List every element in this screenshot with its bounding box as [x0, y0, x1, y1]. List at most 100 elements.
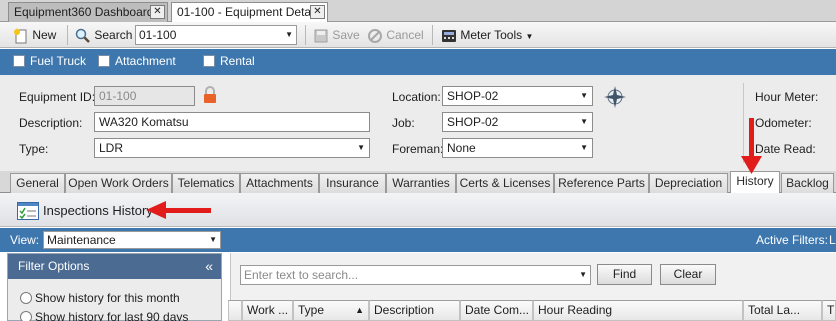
column-header-description[interactable]: Description	[369, 300, 460, 321]
location-select[interactable]: SHOP-02 ▼	[442, 86, 593, 106]
column-header-hour-reading[interactable]: Hour Reading	[533, 300, 743, 321]
cancel-icon	[368, 28, 382, 43]
tab-depreciation[interactable]: Depreciation	[649, 173, 728, 193]
description-field[interactable]: WA320 Komatsu	[94, 112, 370, 132]
collapse-icon[interactable]: «	[205, 254, 213, 279]
cancel-label: Cancel	[386, 28, 424, 42]
tab-attachments[interactable]: Attachments	[240, 173, 319, 193]
job-value: SHOP-02	[447, 115, 499, 129]
close-icon[interactable]: ✕	[150, 5, 165, 19]
column-header-work[interactable]: Work ...	[242, 300, 293, 321]
date-read-label: Date Read:	[755, 142, 816, 156]
tab-history[interactable]: History	[730, 171, 780, 194]
inspections-history-bar: Inspections History	[0, 193, 836, 227]
radio-this-month[interactable]	[20, 292, 32, 304]
equipment-form: Equipment ID: 01-100 Description: WA320 …	[0, 75, 836, 171]
hour-meter-label: Hour Meter:	[755, 90, 819, 104]
search-label: Search	[94, 28, 133, 42]
column-header-t[interactable]: T	[822, 300, 836, 321]
new-label: New	[32, 28, 57, 42]
attachment-checkbox[interactable]	[98, 55, 110, 67]
active-filters-value: L	[829, 233, 836, 247]
chevron-down-icon: ▼	[580, 117, 588, 126]
chevron-down-icon: ▼	[357, 143, 365, 152]
checklist-icon	[17, 202, 39, 220]
document-tab-strip: Equipment360 Dashboard ✕ 01-100 - Equipm…	[0, 0, 836, 22]
meter-tools-label: Meter Tools	[460, 28, 523, 42]
rental-label: Rental	[220, 54, 255, 68]
form-divider	[743, 83, 744, 163]
doc-tab-dashboard[interactable]: Equipment360 Dashboard ✕	[8, 2, 168, 22]
detail-tab-strip: General Open Work Orders Telematics Atta…	[0, 171, 836, 194]
tab-reference-parts[interactable]: Reference Parts	[554, 173, 649, 193]
new-button[interactable]: New	[13, 22, 56, 48]
radio-last-90-days-label: Show history for last 90 days	[35, 310, 189, 321]
view-label: View:	[10, 233, 40, 247]
doc-tab-equipment-detail[interactable]: 01-100 - Equipment Detail ✕	[171, 2, 328, 22]
foreman-select[interactable]: None ▼	[442, 138, 593, 158]
column-header-date-completed[interactable]: Date Com...	[460, 300, 533, 321]
lock-icon	[204, 86, 216, 103]
doc-tab-label: 01-100 - Equipment Detail	[177, 5, 317, 19]
filter-options-panel: Filter Options « Show history for this m…	[7, 253, 222, 321]
grid-search-input[interactable]: Enter text to search... ▼	[240, 265, 591, 285]
job-label: Job:	[392, 116, 415, 130]
inspections-history-title[interactable]: Inspections History	[43, 203, 153, 218]
tab-backlog[interactable]: Backlog	[781, 173, 834, 193]
save-button[interactable]: Save	[313, 22, 360, 48]
tab-certs-licenses[interactable]: Certs & Licenses	[456, 173, 554, 193]
new-document-icon	[14, 27, 27, 44]
view-select[interactable]: Maintenance ▼	[43, 231, 221, 249]
search-icon	[75, 28, 90, 43]
view-value: Maintenance	[47, 233, 116, 247]
chevron-down-icon: ▼	[580, 91, 588, 100]
close-icon[interactable]: ✕	[310, 5, 325, 19]
tab-general[interactable]: General	[10, 173, 65, 193]
foreman-value: None	[447, 141, 476, 155]
equipment-id-field: 01-100	[94, 86, 195, 106]
equipment-search-combo[interactable]: 01-100 ▼	[135, 25, 297, 45]
meter-tools-menu[interactable]: Meter Tools ▼	[441, 22, 533, 48]
doc-tab-label: Equipment360 Dashboard	[14, 5, 154, 19]
column-header-type-label: Type	[298, 303, 325, 317]
location-label: Location:	[392, 90, 441, 104]
compass-icon[interactable]	[603, 85, 627, 109]
active-filters-label: Active Filters:	[756, 233, 829, 247]
tab-warranties[interactable]: Warranties	[386, 173, 456, 193]
filter-options-title: Filter Options	[18, 259, 90, 273]
type-value: LDR	[99, 141, 124, 155]
equipment-type-bar: Fuel Truck Attachment Rental	[0, 49, 836, 75]
job-select[interactable]: SHOP-02 ▼	[442, 112, 593, 132]
view-bar: View: Maintenance ▼ Active Filters: L	[0, 228, 836, 252]
radio-this-month-label: Show history for this month	[35, 291, 180, 305]
tab-open-work-orders[interactable]: Open Work Orders	[65, 173, 172, 193]
attachment-label: Attachment	[115, 54, 176, 68]
foreman-label: Foreman:	[392, 142, 444, 156]
odometer-label: Odometer:	[755, 116, 812, 130]
column-header-total-labor[interactable]: Total La...	[743, 300, 822, 321]
chevron-down-icon: ▼	[579, 270, 587, 279]
save-icon	[314, 29, 328, 43]
description-label: Description:	[19, 116, 83, 130]
tab-insurance[interactable]: Insurance	[319, 173, 386, 193]
search-button[interactable]: Search	[75, 22, 132, 48]
filter-options-header: Filter Options «	[8, 254, 221, 279]
equipment-id-label: Equipment ID:	[19, 90, 96, 104]
find-button[interactable]: Find	[597, 264, 652, 285]
chevron-down-icon: ▼	[580, 143, 588, 152]
meter-tools-icon	[442, 29, 456, 42]
type-label: Type:	[19, 142, 49, 156]
clear-button[interactable]: Clear	[660, 264, 716, 285]
tab-telematics[interactable]: Telematics	[172, 173, 240, 193]
rental-checkbox[interactable]	[203, 55, 215, 67]
chevron-down-icon: ▼	[525, 32, 534, 41]
cancel-button[interactable]: Cancel	[367, 22, 424, 48]
sort-ascending-icon: ▲	[355, 305, 364, 315]
fuel-truck-checkbox[interactable]	[13, 55, 25, 67]
chevron-down-icon: ▼	[285, 30, 293, 39]
save-label: Save	[332, 28, 360, 42]
column-header-type[interactable]: Type ▲	[293, 300, 369, 321]
chevron-down-icon: ▼	[209, 235, 217, 244]
type-select[interactable]: LDR ▼	[94, 138, 370, 158]
radio-last-90-days[interactable]	[20, 311, 32, 321]
